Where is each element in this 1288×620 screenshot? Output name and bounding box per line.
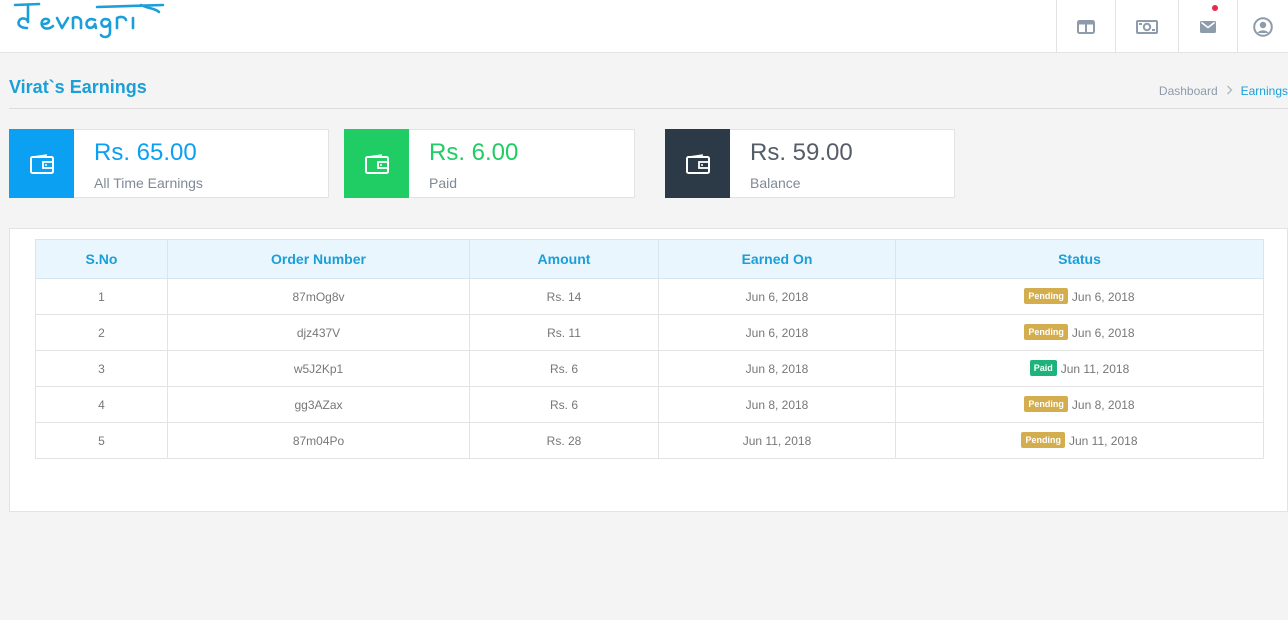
money-icon: [1136, 19, 1158, 34]
cell-sno: 5: [35, 422, 168, 459]
profile-button[interactable]: [1237, 0, 1288, 53]
header-divider: [9, 108, 1288, 109]
status-date: Jun 8, 2018: [1071, 397, 1135, 412]
table-row: 2 djz437V Rs. 11 Jun 6, 2018 Pending Jun …: [35, 314, 1264, 351]
column-header-order-number[interactable]: Order Number: [167, 239, 470, 279]
cell-sno: 4: [35, 386, 168, 423]
balance-label: Balance: [750, 175, 801, 191]
breadcrumb-earnings-link[interactable]: Earnings: [1241, 84, 1288, 98]
column-header-status[interactable]: Status: [895, 239, 1264, 279]
breadcrumb-dashboard-link[interactable]: Dashboard: [1159, 84, 1218, 98]
cell-status: Pending Jun 6, 2018: [895, 314, 1264, 351]
earnings-table-panel: S.No Order Number Amount Earned On Statu…: [9, 228, 1288, 512]
paid-value: Rs. 6.00: [429, 139, 519, 166]
table-header-row: S.No Order Number Amount Earned On Statu…: [35, 239, 1264, 279]
cell-order-number: w5J2Kp1: [167, 350, 470, 387]
cell-earned-on: Jun 8, 2018: [658, 386, 896, 423]
all-time-earnings-label: All Time Earnings: [94, 175, 203, 191]
cell-amount: Rs. 6: [469, 350, 659, 387]
notification-dot: [1212, 5, 1218, 11]
status-date: Jun 6, 2018: [1071, 325, 1135, 340]
paid-card: Rs. 6.00 Paid: [344, 129, 635, 198]
cell-order-number: gg3AZax: [167, 386, 470, 423]
column-header-amount[interactable]: Amount: [469, 239, 659, 279]
cell-order-number: 87mOg8v: [167, 278, 470, 315]
cell-earned-on: Jun 11, 2018: [658, 422, 896, 459]
status-badge: Pending: [1024, 323, 1068, 340]
status-date: Jun 11, 2018: [1060, 361, 1130, 376]
cell-sno: 1: [35, 278, 168, 315]
wallet-icon: [364, 153, 389, 174]
table-row: 1 87mOg8v Rs. 14 Jun 6, 2018 Pending Jun …: [35, 278, 1264, 315]
table-row: 4 gg3AZax Rs. 6 Jun 8, 2018 Pending Jun 8…: [35, 386, 1264, 423]
stat-icon-box: [9, 129, 74, 198]
earnings-button[interactable]: [1115, 0, 1178, 53]
all-time-earnings-card: Rs. 65.00 All Time Earnings: [9, 129, 329, 198]
paid-label: Paid: [429, 175, 458, 191]
stat-icon-box: [344, 129, 409, 198]
balance-value: Rs. 59.00: [750, 139, 853, 166]
mail-icon: [1200, 20, 1216, 33]
balance-card: Rs. 59.00 Balance: [665, 129, 955, 198]
messages-button[interactable]: [1178, 0, 1237, 53]
chevron-right-icon: [1226, 84, 1233, 98]
cell-amount: Rs. 14: [469, 278, 659, 315]
status-badge: Pending: [1024, 287, 1068, 304]
page-title: Virat`s Earnings: [9, 77, 147, 97]
table-row: 3 w5J2Kp1 Rs. 6 Jun 8, 2018 Paid Jun 11, …: [35, 350, 1264, 387]
cell-amount: Rs. 11: [469, 314, 659, 351]
status-badge: Pending: [1024, 395, 1068, 412]
layout-icon: [1077, 19, 1095, 34]
cell-status: Pending Jun 6, 2018: [895, 278, 1264, 315]
wallet-icon: [685, 153, 710, 174]
cell-order-number: djz437V: [167, 314, 470, 351]
breadcrumb: Dashboard Earnings: [1159, 84, 1288, 98]
earnings-table: S.No Order Number Amount Earned On Statu…: [35, 239, 1264, 459]
column-header-sno[interactable]: S.No: [35, 239, 168, 279]
cell-order-number: 87m04Po: [167, 422, 470, 459]
cell-status: Paid Jun 11, 2018: [895, 350, 1264, 387]
cell-amount: Rs. 28: [469, 422, 659, 459]
top-navbar: [0, 0, 1288, 53]
cell-status: Pending Jun 11, 2018: [895, 422, 1264, 459]
devnagri-logo[interactable]: [13, 0, 168, 46]
table-row: 5 87m04Po Rs. 28 Jun 11, 2018 Pending Jun…: [35, 422, 1264, 459]
devnagri-logo-mark: [13, 2, 165, 39]
all-time-earnings-value: Rs. 65.00: [94, 139, 197, 166]
cell-earned-on: Jun 6, 2018: [658, 278, 896, 315]
cell-earned-on: Jun 6, 2018: [658, 314, 896, 351]
cell-status: Pending Jun 8, 2018: [895, 386, 1264, 423]
stat-icon-box: [665, 129, 730, 198]
user-profile-icon: [1253, 16, 1273, 37]
cell-sno: 2: [35, 314, 168, 351]
cell-earned-on: Jun 8, 2018: [658, 350, 896, 387]
status-date: Jun 6, 2018: [1071, 289, 1135, 304]
wallet-icon: [29, 153, 54, 174]
cell-sno: 3: [35, 350, 168, 387]
status-date: Jun 11, 2018: [1068, 433, 1138, 448]
column-header-earned-on[interactable]: Earned On: [658, 239, 896, 279]
status-badge: Pending: [1021, 431, 1065, 448]
cell-amount: Rs. 6: [469, 386, 659, 423]
status-badge: Paid: [1029, 359, 1057, 376]
layout-toggle-button[interactable]: [1056, 0, 1115, 53]
